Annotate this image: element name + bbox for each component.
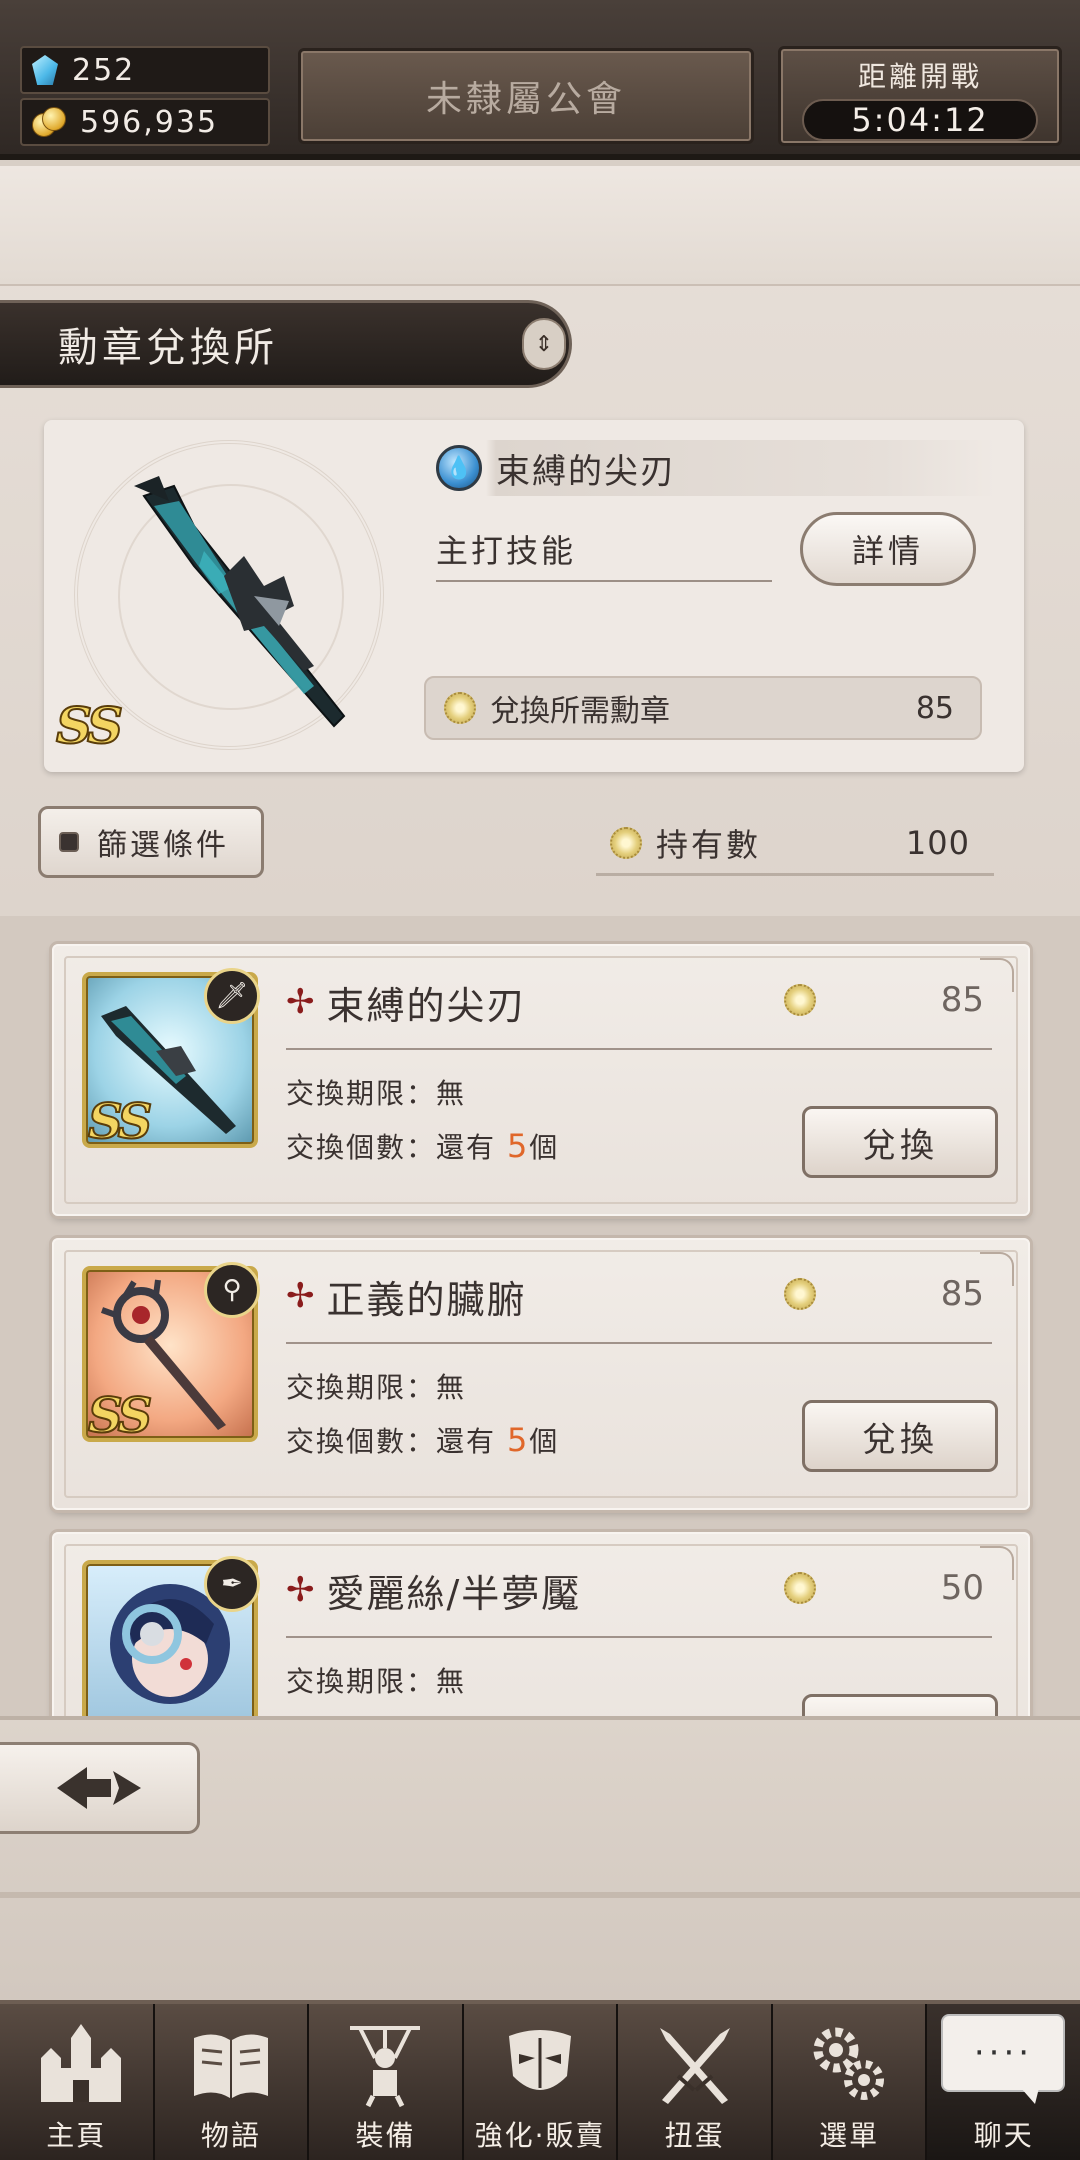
nav-gacha[interactable]: 扭蛋 xyxy=(618,2004,773,2160)
corner-ornament xyxy=(980,958,1014,992)
cross-icon: ✢ xyxy=(286,1276,315,1316)
list-item: ✒ ✢ 愛麗絲/半夢魘 50 交換期限：無 xyxy=(52,1532,1030,1716)
corner-ornament xyxy=(980,1546,1014,1580)
water-element-icon: 💧 xyxy=(436,445,482,491)
detail-button[interactable]: 詳情 xyxy=(800,512,976,586)
filter-button[interactable]: 篩選條件 xyxy=(38,806,264,878)
coin-count: 596,935 xyxy=(80,104,219,140)
item-cost-value: 85 xyxy=(940,1274,984,1314)
featured-item-name: 束縛的尖刃 xyxy=(496,451,676,492)
sword-type-icon: 🗡 xyxy=(204,968,260,1024)
filter-checkbox-icon xyxy=(59,832,79,852)
castle-icon xyxy=(41,2024,122,2102)
list-item: SS 🗡 ✢ 束縛的尖刃 85 交換期限：無 交換個數：還有 5個 兌換 xyxy=(52,944,1030,1216)
mask-icon xyxy=(509,2030,572,2090)
medal-icon xyxy=(610,826,642,859)
sort-toggle-button[interactable]: ⇕ xyxy=(522,318,566,370)
cross-icon: ✢ xyxy=(286,982,315,1022)
owned-medals-row: 持有數 100 xyxy=(596,812,994,876)
rank-badge: SS xyxy=(87,1093,153,1148)
item-cost: 85 xyxy=(784,1264,984,1324)
remaining-count: 5 xyxy=(506,1127,530,1165)
exchange-count: 交換個數：還有 5個 xyxy=(286,1421,560,1459)
top-bar: 252 596,935 未隸屬公會 距離開戰 5:04:12 xyxy=(0,0,1080,160)
medal-icon xyxy=(444,692,476,724)
gem-icon xyxy=(32,55,58,85)
item-cost: 85 xyxy=(784,970,984,1030)
swords-icon xyxy=(659,2028,730,2104)
back-button[interactable] xyxy=(0,1742,200,1834)
medal-icon xyxy=(784,984,816,1016)
medal-icon xyxy=(784,1278,816,1310)
corner-ornament xyxy=(980,1252,1014,1286)
item-name: 正義的臟腑 xyxy=(326,1277,527,1322)
exchange-button[interactable]: 兌換 xyxy=(802,1400,998,1472)
guild-name: 未隸屬公會 xyxy=(425,79,626,120)
back-arrow-icon xyxy=(56,1767,141,1809)
item-cost-value: 50 xyxy=(940,1568,984,1608)
exchange-count: 交換個數：還有 5個 xyxy=(286,1127,560,1165)
rank-badge: SS xyxy=(55,695,124,756)
gears-icon xyxy=(813,2027,885,2100)
book-icon xyxy=(193,2034,268,2098)
nav-menu[interactable]: 選單 xyxy=(772,2004,928,2160)
nav-chat[interactable]: ···· 聊天 xyxy=(927,2004,1080,2160)
coin-icon xyxy=(32,107,66,137)
battle-countdown: 距離開戰 5:04:12 xyxy=(778,46,1062,146)
chat-bubble-icon: ···· xyxy=(941,2014,1066,2104)
nav-story[interactable]: 物語 xyxy=(154,2004,310,2160)
gem-counter: 252 xyxy=(20,46,270,94)
gem-count: 252 xyxy=(72,52,136,88)
required-medals-label: 兌換所需勳章 xyxy=(490,694,670,729)
required-medals-row: 兌換所需勳章 85 xyxy=(424,676,982,740)
coin-counter: 596,935 xyxy=(20,98,270,146)
item-name: 愛麗絲/半夢魘 xyxy=(326,1571,582,1616)
exchange-button[interactable]: 兌換 xyxy=(802,1106,998,1178)
countdown-time: 5:04:12 xyxy=(802,99,1038,141)
remaining-count: 5 xyxy=(506,1421,530,1459)
list-item: SS ⚲ ✢ 正義的臟腑 85 交換期限：無 交換個數：還有 5個 兌換 xyxy=(52,1238,1030,1510)
nav-enhance-sell[interactable]: 強化·販賣 xyxy=(463,2004,619,2160)
exchange-list[interactable]: SS 🗡 ✢ 束縛的尖刃 85 交換期限：無 交換個數：還有 5個 兌換 SS … xyxy=(0,916,1080,1716)
nav-home[interactable]: 主頁 xyxy=(0,2004,155,2160)
nav-equipment[interactable]: 裝備 xyxy=(309,2004,464,2160)
cross-icon: ✢ xyxy=(286,1570,315,1610)
main-skill-label: 主打技能 xyxy=(436,520,772,582)
filter-label: 篩選條件 xyxy=(97,828,229,863)
sword-art-image xyxy=(134,476,346,728)
exchange-period: 交換期限：無 xyxy=(286,1077,467,1110)
staff-type-icon: ⚲ xyxy=(204,1262,260,1318)
sort-arrows-icon: ⇕ xyxy=(534,331,554,357)
brush-type-icon: ✒ xyxy=(204,1556,260,1612)
header-strip xyxy=(0,166,1080,286)
required-medals-value: 85 xyxy=(915,690,954,726)
item-cost: 50 xyxy=(784,1558,984,1618)
owned-value: 100 xyxy=(905,823,970,862)
exchange-period: 交換期限：無 xyxy=(286,1665,467,1698)
item-name: 束縛的尖刃 xyxy=(326,983,527,1028)
puppet-icon xyxy=(350,2026,421,2108)
page-title: 勳章兌換所 xyxy=(58,325,278,371)
item-cost-value: 85 xyxy=(940,980,984,1020)
countdown-label: 距離開戰 xyxy=(857,60,982,93)
exchange-period: 交換期限：無 xyxy=(286,1371,467,1404)
featured-name-row: 💧 束縛的尖刃 xyxy=(436,440,996,496)
guild-name-box[interactable]: 未隸屬公會 xyxy=(298,48,754,144)
bottom-navigation: 主頁 物語 裝備 強化·販賣 扭蛋 選單 ···· 聊天 xyxy=(0,2000,1080,2160)
medal-icon xyxy=(784,1572,816,1604)
page-title-bar: 勳章兌換所 xyxy=(0,300,572,388)
exchange-button[interactable] xyxy=(802,1694,998,1716)
owned-label: 持有數 xyxy=(656,825,762,864)
rank-badge: SS xyxy=(87,1387,153,1442)
featured-item-card: SS 💧 束縛的尖刃 主打技能 詳情 兌換所需勳章 85 xyxy=(44,420,1024,772)
